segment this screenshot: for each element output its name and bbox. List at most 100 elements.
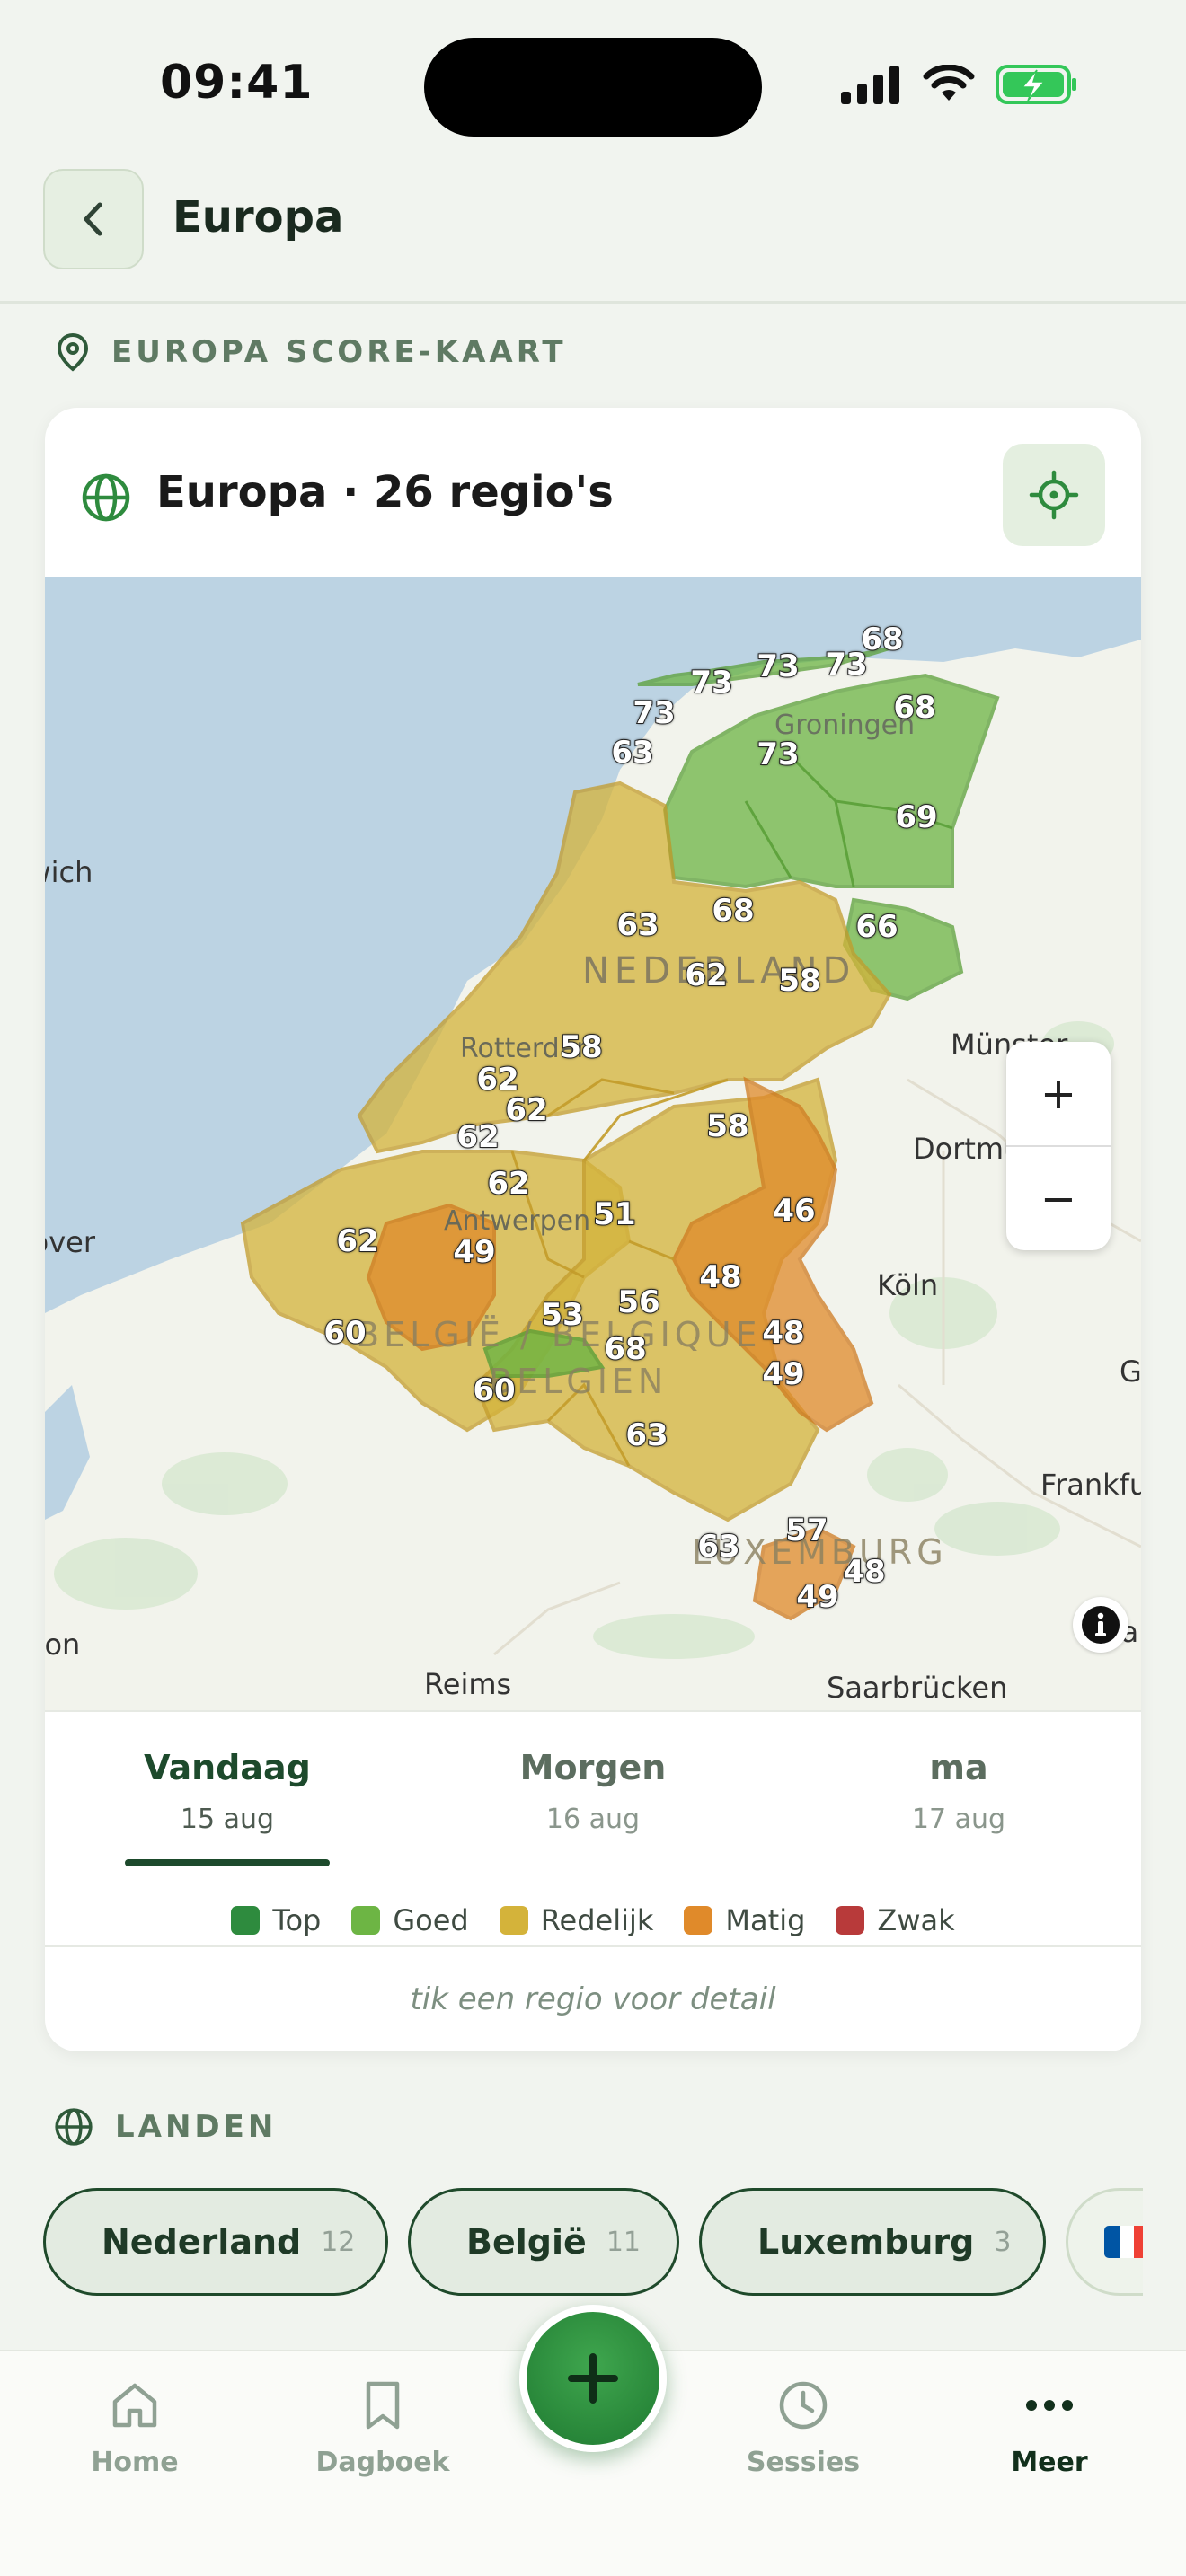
region-score-5[interactable]: 68 xyxy=(886,686,943,729)
region-score-9[interactable]: 63 xyxy=(609,904,667,947)
region-score-32[interactable]: 63 xyxy=(618,1414,676,1457)
region-score-25[interactable]: 56 xyxy=(610,1281,668,1324)
country-region-count: 3 xyxy=(994,2226,1012,2258)
nav-dagboek[interactable]: Dagboek xyxy=(293,2378,473,2478)
tab-day-name: Morgen xyxy=(519,1748,667,1787)
score-map[interactable]: Groningen NEDERLAND Rotterdam Antwerpen … xyxy=(45,577,1141,1710)
legend-item-top: Top xyxy=(231,1903,321,1937)
region-score-7[interactable]: 73 xyxy=(749,733,807,776)
nav-label: Home xyxy=(91,2447,179,2478)
region-score-36[interactable]: 49 xyxy=(789,1575,846,1619)
legend-item-matig: Matig xyxy=(684,1903,805,1937)
zoom-in-button[interactable]: + xyxy=(1006,1042,1111,1145)
map-info-button[interactable] xyxy=(1073,1597,1128,1653)
nav-label: Meer xyxy=(1011,2447,1088,2478)
region-score-10[interactable]: 68 xyxy=(704,889,762,932)
region-score-20[interactable]: 51 xyxy=(586,1193,643,1236)
battery-charging-icon xyxy=(996,65,1076,104)
tab-morgen[interactable]: Morgen 16 aug xyxy=(411,1712,775,1883)
region-score-27[interactable]: 60 xyxy=(316,1311,374,1354)
legend-label: Matig xyxy=(725,1903,806,1937)
country-region-count: 12 xyxy=(321,2226,356,2258)
region-score-13[interactable]: 58 xyxy=(553,1026,610,1069)
legend-item-goed: Goed xyxy=(351,1903,469,1937)
region-score-26[interactable]: 53 xyxy=(534,1293,591,1337)
region-score-31[interactable]: 49 xyxy=(755,1353,812,1396)
legend-label: Goed xyxy=(393,1903,469,1937)
country-name: Nederland xyxy=(102,2222,302,2262)
add-button[interactable] xyxy=(519,2305,667,2452)
page-title: Europa xyxy=(173,192,344,243)
region-score-19[interactable]: 62 xyxy=(480,1162,537,1205)
legend-swatch xyxy=(231,1906,261,1935)
cellular-signal-icon xyxy=(841,66,899,104)
status-bar: 09:41 xyxy=(0,0,1186,162)
region-score-8[interactable]: 69 xyxy=(888,796,945,839)
nav-meer[interactable]: Meer xyxy=(960,2378,1139,2478)
info-icon xyxy=(1082,1606,1120,1644)
region-score-34[interactable]: 63 xyxy=(690,1525,748,1568)
region-score-21[interactable]: 46 xyxy=(766,1189,823,1232)
region-score-3[interactable]: 68 xyxy=(854,618,911,661)
countries-section-title: LANDEN xyxy=(115,2109,278,2145)
locate-button[interactable] xyxy=(1003,444,1105,546)
region-score-18[interactable]: 58 xyxy=(699,1105,757,1148)
nav-home[interactable]: Home xyxy=(45,2378,225,2478)
country-chips: Nederland 12 België 11 Luxemburg 3 xyxy=(43,2188,1143,2299)
score-legend: Top Goed Redelijk Matig Zwak xyxy=(45,1895,1141,1945)
region-score-29[interactable]: 48 xyxy=(755,1311,812,1354)
crosshair-icon xyxy=(1029,470,1079,520)
top-navigation-bar: Europa xyxy=(0,162,1186,304)
tab-day-date: 17 aug xyxy=(911,1804,1006,1835)
legend-item-redelijk: Redelijk xyxy=(499,1903,654,1937)
globe-icon xyxy=(55,2108,93,2146)
map-card-header: Europa · 26 regio's xyxy=(45,408,1141,577)
region-score-0[interactable]: 73 xyxy=(683,661,740,704)
back-button[interactable] xyxy=(43,169,144,269)
globe-icon xyxy=(82,473,130,522)
legend-label: Zwak xyxy=(877,1903,955,1937)
region-score-11[interactable]: 66 xyxy=(848,905,906,948)
tab-day-date: 16 aug xyxy=(545,1804,641,1835)
country-chip-luxemburg[interactable]: Luxemburg 3 xyxy=(699,2188,1046,2296)
legend-label: Redelijk xyxy=(540,1903,654,1937)
region-detail-hint: tik een regio voor detail xyxy=(45,1945,1141,2051)
zoom-out-button[interactable]: − xyxy=(1006,1147,1111,1250)
region-score-14[interactable]: 58 xyxy=(771,959,828,1002)
clock-icon xyxy=(779,2381,828,2430)
tab-ma[interactable]: ma 17 aug xyxy=(776,1712,1141,1883)
dynamic-island xyxy=(424,38,762,137)
region-score-24[interactable]: 48 xyxy=(692,1256,749,1299)
more-dots-icon xyxy=(1026,2400,1073,2411)
legend-swatch xyxy=(499,1906,528,1935)
legend-swatch xyxy=(351,1906,381,1935)
region-score-12[interactable]: 62 xyxy=(677,954,735,997)
status-time: 09:41 xyxy=(160,56,314,110)
map-card: Europa · 26 regio's Groningen NEDERLAND … xyxy=(45,408,1141,2051)
flag-france-icon xyxy=(1104,2226,1143,2258)
region-score-1[interactable]: 73 xyxy=(749,645,807,688)
map-section-title: EUROPA SCORE-KAART xyxy=(111,334,567,370)
country-chip-partial[interactable] xyxy=(1066,2188,1143,2296)
zoom-control: + − xyxy=(1006,1042,1111,1250)
country-region-count: 11 xyxy=(606,2226,641,2258)
region-score-30[interactable]: 60 xyxy=(465,1369,523,1412)
legend-item-zwak: Zwak xyxy=(836,1903,955,1937)
region-score-22[interactable]: 62 xyxy=(329,1220,386,1263)
home-icon xyxy=(112,2383,157,2428)
plus-icon xyxy=(568,2353,618,2404)
active-tab-indicator xyxy=(125,1859,330,1866)
nav-sessies[interactable]: Sessies xyxy=(713,2378,893,2478)
region-score-17[interactable]: 62 xyxy=(449,1116,507,1159)
chevron-left-icon xyxy=(84,202,102,236)
region-score-23[interactable]: 49 xyxy=(446,1231,503,1274)
tab-vandaag[interactable]: Vandaag 15 aug xyxy=(45,1712,410,1883)
location-pin-icon xyxy=(57,332,89,372)
wifi-icon xyxy=(923,65,975,101)
region-score-4[interactable]: 73 xyxy=(625,692,683,735)
country-chip-nederland[interactable]: Nederland 12 xyxy=(43,2188,388,2296)
country-chip-belgie[interactable]: België 11 xyxy=(408,2188,679,2296)
region-score-33[interactable]: 57 xyxy=(778,1509,836,1552)
region-score-28[interactable]: 68 xyxy=(597,1328,654,1371)
region-score-6[interactable]: 63 xyxy=(604,731,661,774)
